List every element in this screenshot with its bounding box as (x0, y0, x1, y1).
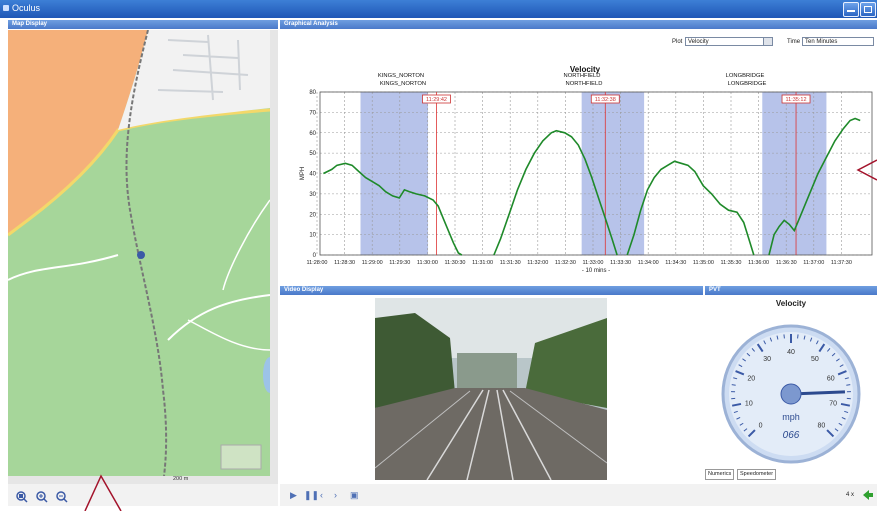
annotation-overlay (84, 159, 877, 511)
